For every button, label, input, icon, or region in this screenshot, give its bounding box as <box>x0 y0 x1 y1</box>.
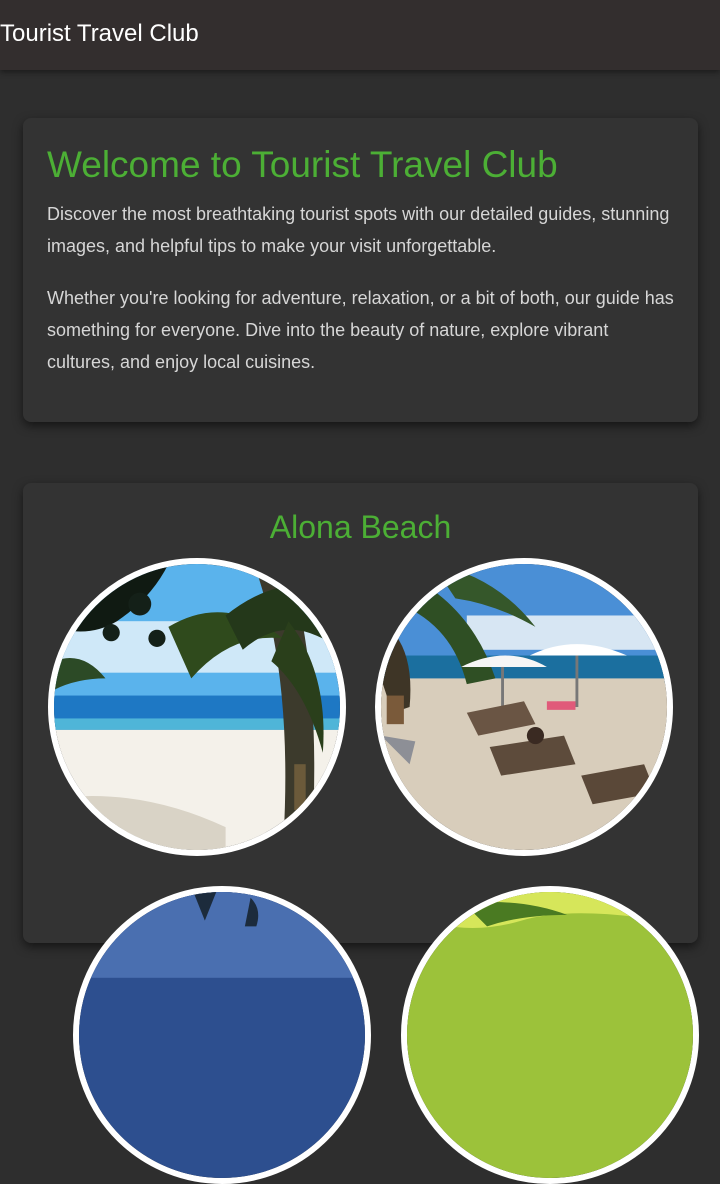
beach-photo-palms[interactable] <box>48 558 346 856</box>
beach-photo-3[interactable] <box>73 886 371 1184</box>
intro-paragraph-2: Whether you're looking for adventure, re… <box>47 288 674 372</box>
beach-photo-3-image <box>79 892 365 1178</box>
top-bar: Tourist Travel Club <box>0 0 720 70</box>
intro-paragraph-1: Discover the most breathtaking tourist s… <box>47 204 670 256</box>
beach-photo-4[interactable] <box>401 886 699 1184</box>
welcome-card: Welcome to Tourist Travel Club Discover … <box>23 118 698 422</box>
site-title[interactable]: Tourist Travel Club <box>0 20 199 48</box>
beach-photo-umbrellas-image <box>381 564 667 850</box>
welcome-heading: Welcome to Tourist Travel Club <box>47 144 558 185</box>
spot-title: Alona Beach <box>269 509 452 545</box>
spot-card-alona-beach: Alona Beach <box>23 483 699 1184</box>
beach-photo-4-image <box>407 892 693 1178</box>
beach-photo-umbrellas[interactable] <box>375 558 673 856</box>
beach-photo-palms-image <box>54 564 340 850</box>
